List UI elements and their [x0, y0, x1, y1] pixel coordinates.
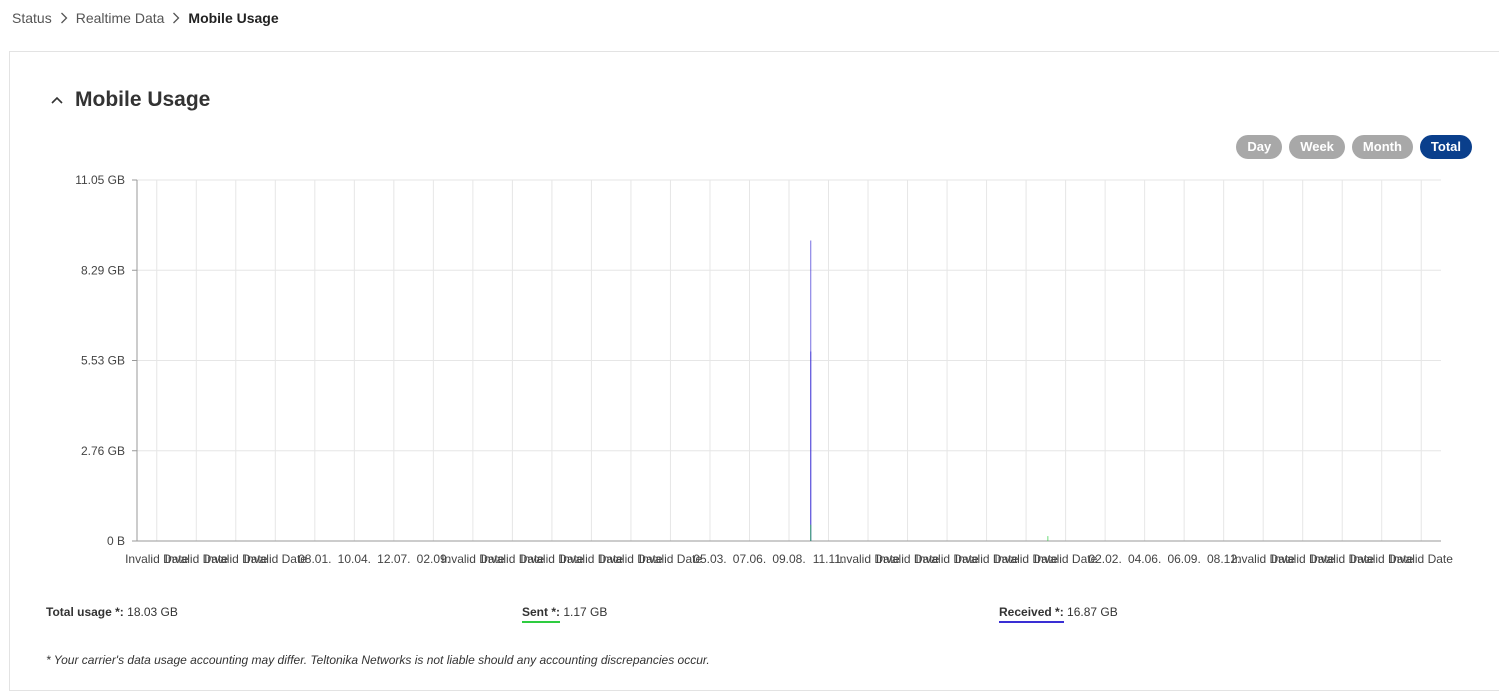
x-tick-label: 09.08.: [772, 552, 805, 566]
usage-chart: 11.05 GB 8.29 GB 5.53 GB 2.76 GB 0 B Invalid …: [75, 173, 1454, 566]
x-tick-label: Invalid Date: [1390, 552, 1454, 566]
chevron-right-icon: [172, 12, 180, 24]
y-tick-label: 8.29 GB: [81, 263, 125, 277]
x-tick-label: 10.04.: [338, 552, 371, 566]
x-tick-label: 05.03.: [693, 552, 726, 566]
received-stat: Received *: 16.87 GB: [999, 605, 1118, 623]
sent-label[interactable]: Sent *:: [522, 605, 561, 623]
section-title: Mobile Usage: [75, 88, 211, 111]
section-toggle[interactable]: Mobile Usage: [49, 86, 210, 114]
x-tick-label: 04.06.: [1128, 552, 1161, 566]
breadcrumb: Status Realtime Data Mobile Usage: [12, 8, 279, 28]
x-tick-label: 08.01.: [298, 552, 331, 566]
x-tick-label: 07.06.: [733, 552, 766, 566]
total-usage-stat: Total usage *: 18.03 GB: [46, 605, 178, 619]
x-tick-label: 06.09.: [1167, 552, 1200, 566]
breadcrumb-realtime-data[interactable]: Realtime Data: [76, 10, 165, 26]
week-button[interactable]: Week: [1289, 135, 1345, 159]
month-button[interactable]: Month: [1351, 135, 1413, 159]
x-tick-label: 02.02.: [1088, 552, 1121, 566]
sent-value: 1.17 GB: [563, 605, 608, 619]
x-tick-label: 12.07.: [377, 552, 410, 566]
total-usage-label: Total usage *:: [46, 605, 124, 619]
day-button[interactable]: Day: [1236, 135, 1283, 159]
breadcrumb-status[interactable]: Status: [12, 10, 52, 26]
chevron-up-icon: [49, 92, 65, 108]
sent-stat: Sent *: 1.17 GB: [522, 605, 607, 623]
total-button[interactable]: Total: [1419, 135, 1472, 159]
y-tick-label: 5.53 GB: [81, 354, 125, 368]
y-tick-label: 0 B: [107, 534, 125, 548]
y-tick-label: 2.76 GB: [81, 444, 125, 458]
chevron-right-icon: [60, 12, 68, 24]
disclaimer-footnote: * Your carrier's data usage accounting m…: [46, 653, 710, 667]
total-usage-value: 18.03 GB: [127, 605, 178, 619]
received-value: 16.87 GB: [1067, 605, 1118, 619]
period-selector: Day Week Month Total: [1236, 135, 1472, 159]
received-label[interactable]: Received *:: [999, 605, 1064, 623]
y-tick-label: 11.05 GB: [75, 173, 125, 187]
breadcrumb-mobile-usage: Mobile Usage: [188, 10, 279, 26]
